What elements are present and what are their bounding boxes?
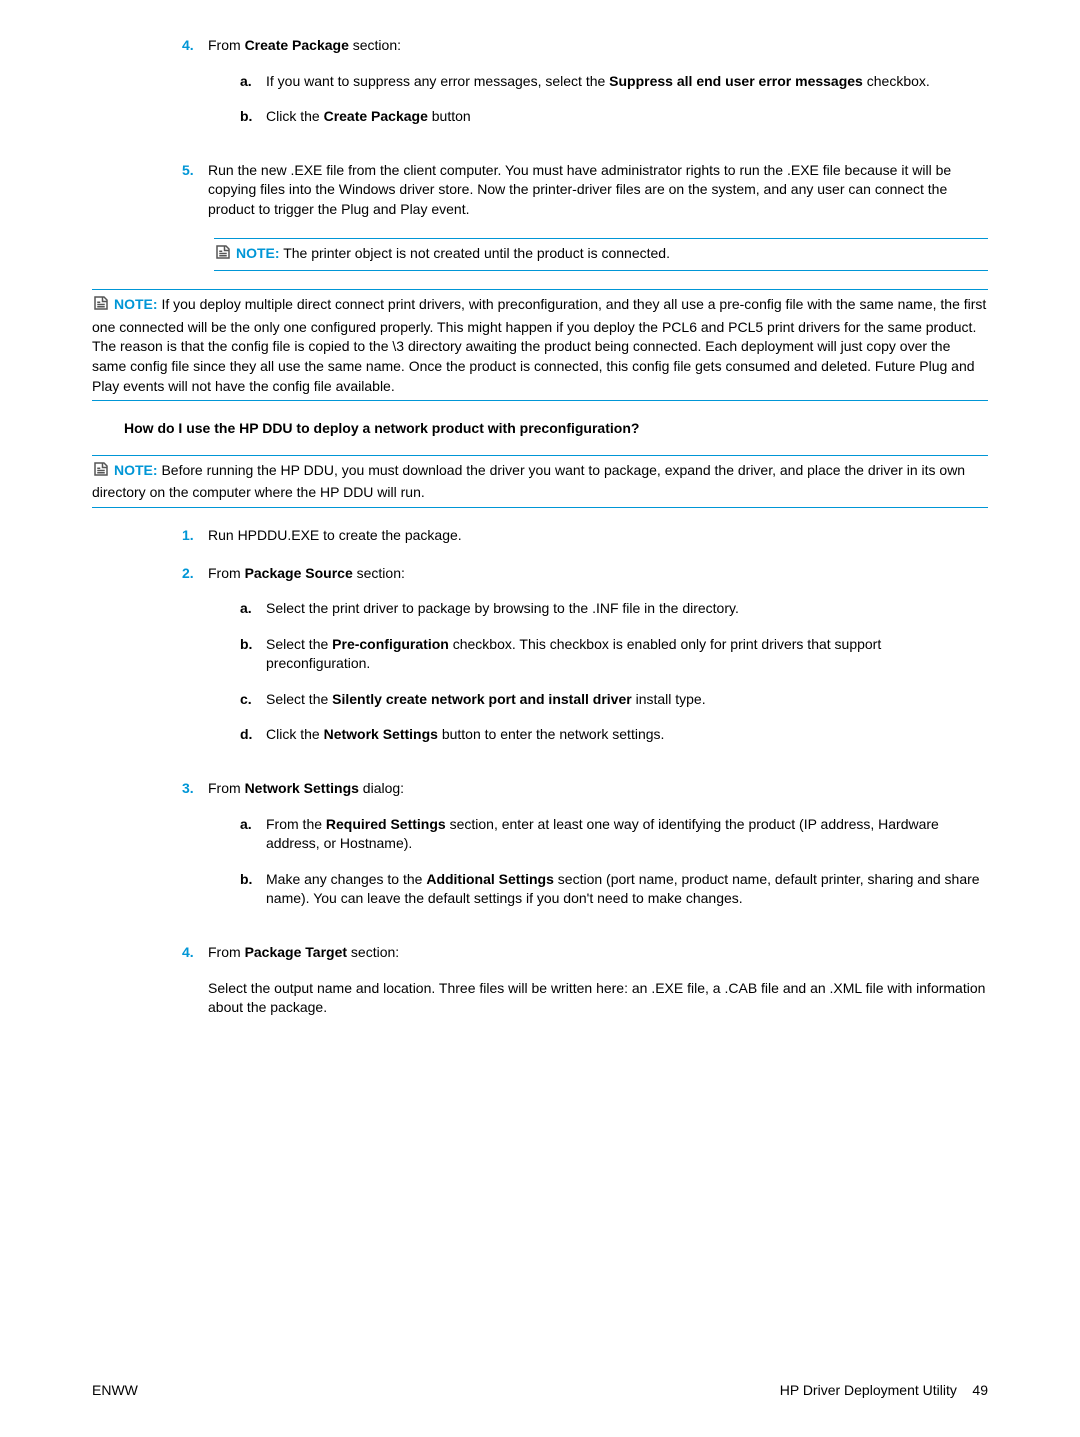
note-icon (214, 243, 232, 267)
bold-text: Additional Settings (426, 871, 554, 887)
list-body: Run HPDDU.EXE to create the package. (208, 526, 988, 546)
bold-text: Silently create network port and install… (332, 691, 632, 707)
bold-text: Network Settings (324, 726, 438, 742)
text: From (208, 780, 245, 796)
text: section: (349, 37, 401, 53)
list-item-3b: b. Make any changes to the Additional Se… (240, 870, 988, 909)
bold-text: Package Source (245, 565, 353, 581)
list-body: Click the Create Package button (266, 107, 988, 127)
section-heading: How do I use the HP DDU to deploy a netw… (124, 419, 988, 439)
footer-section-title: HP Driver Deployment Utility (780, 1382, 957, 1398)
text: button to enter the network settings. (438, 726, 664, 742)
footer-left: ENWW (92, 1381, 138, 1401)
text: Select the (266, 636, 332, 652)
list-letter: a. (240, 815, 266, 854)
list-body: Make any changes to the Additional Setti… (266, 870, 988, 909)
list-body: Select the Pre-configuration checkbox. T… (266, 635, 988, 674)
list-item-2c: c. Select the Silently create network po… (240, 690, 988, 710)
note-box: NOTE: The printer object is not created … (214, 238, 988, 272)
list-body: Select the Silently create network port … (266, 690, 988, 710)
text: From the (266, 816, 326, 832)
text: From (208, 565, 245, 581)
list-letter: b. (240, 870, 266, 909)
text: Make any changes to the (266, 871, 426, 887)
footer-right: HP Driver Deployment Utility 49 (780, 1381, 988, 1401)
list-item-4: 4. From Create Package section: a. If yo… (182, 36, 988, 143)
note-icon (92, 294, 110, 318)
text: Select the (266, 691, 332, 707)
bold-text: Create Package (324, 108, 428, 124)
bold-text: Suppress all end user error messages (609, 73, 863, 89)
list-item-2: 2. From Package Source section: a. Selec… (182, 564, 988, 762)
text: dialog: (359, 780, 404, 796)
footer-page-number: 49 (972, 1382, 988, 1398)
bold-text: Create Package (245, 37, 349, 53)
list-item-2a: a. Select the print driver to package by… (240, 599, 988, 619)
note-text: The printer object is not created until … (280, 245, 670, 261)
paragraph: Select the output name and location. Thr… (208, 979, 988, 1018)
note-box: NOTE: Before running the HP DDU, you mus… (92, 455, 988, 508)
list-body: If you want to suppress any error messag… (266, 72, 988, 92)
list-number: 3. (182, 779, 208, 925)
list-item-4b: b. Click the Create Package button (240, 107, 988, 127)
note-box: NOTE: If you deploy multiple direct conn… (92, 289, 988, 401)
list-item-3a: a. From the Required Settings section, e… (240, 815, 988, 854)
list-item-1: 1. Run HPDDU.EXE to create the package. (182, 526, 988, 546)
list-number: 5. (182, 161, 208, 220)
list-letter: b. (240, 107, 266, 127)
page-content: 4. From Create Package section: a. If yo… (92, 36, 988, 1032)
bold-text: Pre-configuration (332, 636, 449, 652)
text: Click the (266, 726, 324, 742)
list-body: Click the Network Settings button to ent… (266, 725, 988, 745)
list-letter: d. (240, 725, 266, 745)
list-letter: a. (240, 72, 266, 92)
list-body: From the Required Settings section, ente… (266, 815, 988, 854)
list-body: Run the new .EXE file from the client co… (208, 161, 988, 220)
note-label: NOTE: (114, 296, 158, 312)
note-label: NOTE: (236, 245, 280, 261)
list-body: From Package Source section: a. Select t… (208, 564, 988, 762)
list-body: From Create Package section: a. If you w… (208, 36, 988, 143)
note-label: NOTE: (114, 462, 158, 478)
list-letter: c. (240, 690, 266, 710)
list-letter: b. (240, 635, 266, 674)
bold-text: Required Settings (326, 816, 446, 832)
note-text: If you deploy multiple direct connect pr… (92, 296, 986, 393)
bold-text: Network Settings (245, 780, 359, 796)
note-icon (92, 460, 110, 484)
list-number: 1. (182, 526, 208, 546)
list-number: 4. (182, 36, 208, 143)
text: From (208, 37, 245, 53)
list-letter: a. (240, 599, 266, 619)
list-item-5: 5. Run the new .EXE file from the client… (182, 161, 988, 220)
text: checkbox. (863, 73, 930, 89)
text: section: (353, 565, 405, 581)
text: Click the (266, 108, 324, 124)
list-item-4b2: 4. From Package Target section: Select t… (182, 943, 988, 1032)
text: button (428, 108, 471, 124)
text: From (208, 944, 245, 960)
list-item-3: 3. From Network Settings dialog: a. From… (182, 779, 988, 925)
list-item-2b: b. Select the Pre-configuration checkbox… (240, 635, 988, 674)
list-body: Select the print driver to package by br… (266, 599, 988, 619)
bold-text: Package Target (245, 944, 347, 960)
note-text: Before running the HP DDU, you must down… (92, 462, 965, 501)
list-body: From Network Settings dialog: a. From th… (208, 779, 988, 925)
page-footer: ENWW HP Driver Deployment Utility 49 (92, 1381, 988, 1401)
text: install type. (632, 691, 706, 707)
list-number: 4. (182, 943, 208, 1032)
text: If you want to suppress any error messag… (266, 73, 609, 89)
list-item-2d: d. Click the Network Settings button to … (240, 725, 988, 745)
text: section: (347, 944, 399, 960)
list-body: From Package Target section: Select the … (208, 943, 988, 1032)
list-item-4a: a. If you want to suppress any error mes… (240, 72, 988, 92)
list-number: 2. (182, 564, 208, 762)
